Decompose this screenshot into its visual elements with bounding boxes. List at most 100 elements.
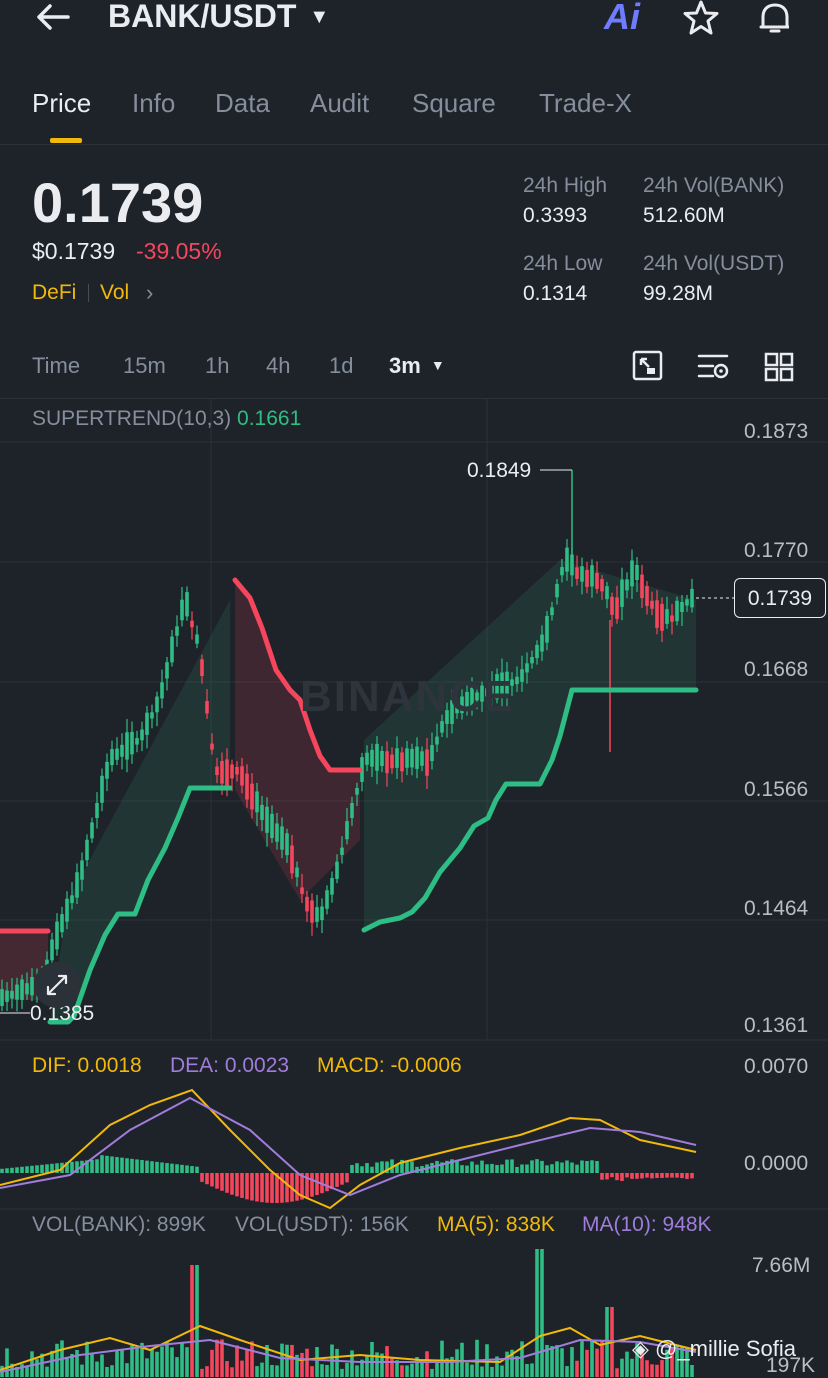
volume-panel <box>0 1249 697 1377</box>
candle-body <box>620 579 624 607</box>
ma5-label: MA(5): 838K <box>437 1213 555 1236</box>
macd-bar <box>610 1173 614 1178</box>
volume-bar <box>285 1344 289 1377</box>
macd-bar <box>205 1173 209 1185</box>
interval-selected-label: 3m <box>389 353 421 378</box>
candle-body <box>430 745 434 762</box>
tab-data[interactable]: Data <box>215 88 270 119</box>
tab-price[interactable]: Price <box>32 88 91 119</box>
macd-bar <box>660 1173 664 1178</box>
chevron-right-icon[interactable]: › <box>146 280 153 306</box>
volume-bar <box>525 1363 529 1377</box>
current-price-tag: 0.1739 <box>734 578 826 618</box>
volume-bar <box>690 1364 694 1377</box>
interval-1h[interactable]: 1h <box>205 353 229 379</box>
star-icon[interactable] <box>682 0 720 36</box>
candle-body <box>420 751 424 766</box>
candle-body <box>615 597 619 619</box>
macd-bar <box>505 1159 509 1173</box>
volume-bar <box>105 1367 109 1377</box>
interval-3m[interactable]: 3m ▼ <box>389 353 445 379</box>
candle-body <box>65 898 69 922</box>
volume-bar <box>425 1351 429 1377</box>
volume-bar <box>170 1347 174 1377</box>
volume-bar <box>590 1339 594 1377</box>
interval-time[interactable]: Time <box>32 353 80 379</box>
tag-separator <box>88 284 89 302</box>
macd-bar <box>675 1173 679 1178</box>
candle-body <box>305 896 309 912</box>
tab-info[interactable]: Info <box>132 88 175 119</box>
pair-title[interactable]: BANK/USDT ▼ <box>108 0 329 35</box>
macd-bar <box>30 1165 34 1173</box>
low-value: 0.1314 <box>523 282 588 305</box>
candle-body <box>560 567 564 576</box>
tag-defi[interactable]: DeFi <box>32 281 76 305</box>
macd-bar <box>135 1159 139 1173</box>
candle-body <box>15 984 19 1000</box>
candle-body <box>25 983 29 995</box>
candle-body <box>520 669 524 682</box>
volume-bar <box>210 1349 214 1377</box>
macd-bar <box>145 1160 149 1173</box>
candle-body <box>200 659 204 677</box>
candle-body <box>345 821 349 840</box>
macd-bar <box>640 1173 644 1179</box>
volume-bar <box>460 1342 464 1377</box>
interval-4h[interactable]: 4h <box>266 353 290 379</box>
ai-icon[interactable]: Ai <box>604 0 640 38</box>
macd-bar <box>20 1166 24 1173</box>
tab-audit[interactable]: Audit <box>310 88 369 119</box>
candle-body <box>525 663 529 673</box>
vol-base-label: 24h Vol(BANK) <box>643 174 785 197</box>
candle-body <box>270 813 274 839</box>
interval-1d[interactable]: 1d <box>329 353 353 379</box>
volume-bar <box>575 1360 579 1377</box>
candle-body <box>370 749 374 767</box>
macd-bar <box>170 1163 174 1173</box>
macd-bar <box>195 1166 199 1173</box>
tab-trade-x[interactable]: Trade-X <box>539 88 632 119</box>
back-arrow-icon[interactable] <box>36 4 70 30</box>
candle-body <box>395 748 399 768</box>
volume-bar <box>365 1356 369 1377</box>
expand-chart-button[interactable] <box>34 962 80 1008</box>
candle-body <box>260 804 264 821</box>
bell-icon[interactable] <box>756 0 794 36</box>
volume-bar <box>410 1363 414 1377</box>
volume-bar <box>345 1362 349 1377</box>
candle-body <box>160 682 164 699</box>
candle-body <box>605 586 609 600</box>
candle-body <box>10 990 14 999</box>
grid-layout-icon[interactable] <box>764 352 794 382</box>
volume-bar <box>515 1356 519 1377</box>
macd-bar <box>590 1160 594 1173</box>
volume-bar <box>435 1362 439 1377</box>
macd-bar <box>370 1166 374 1173</box>
fullscreen-icon[interactable] <box>632 350 664 382</box>
macd-bar <box>150 1161 154 1173</box>
interval-15m[interactable]: 15m <box>123 353 166 379</box>
macd-bar <box>555 1161 559 1173</box>
macd-bar <box>350 1164 354 1173</box>
price-axis-label: 0.1873 <box>744 420 809 443</box>
tag-vol[interactable]: Vol <box>100 281 129 305</box>
vol-base-value: 512.60M <box>643 204 725 227</box>
candle-body <box>250 783 254 810</box>
candle-body <box>670 615 674 622</box>
macd-bar <box>630 1173 634 1179</box>
volume-bar <box>155 1351 159 1377</box>
tab-square[interactable]: Square <box>412 88 496 119</box>
macd-bar <box>200 1173 204 1182</box>
candle-body <box>80 860 84 880</box>
macd-bar <box>645 1173 649 1178</box>
macd-bar <box>530 1160 534 1173</box>
volume-bar <box>230 1367 234 1377</box>
macd-bar <box>185 1165 189 1173</box>
candle-body <box>90 822 94 839</box>
candle-body <box>425 749 429 776</box>
volume-bar <box>595 1348 599 1377</box>
macd-bar <box>190 1166 194 1173</box>
candle-body <box>650 600 654 609</box>
indicator-settings-icon[interactable] <box>697 352 731 382</box>
